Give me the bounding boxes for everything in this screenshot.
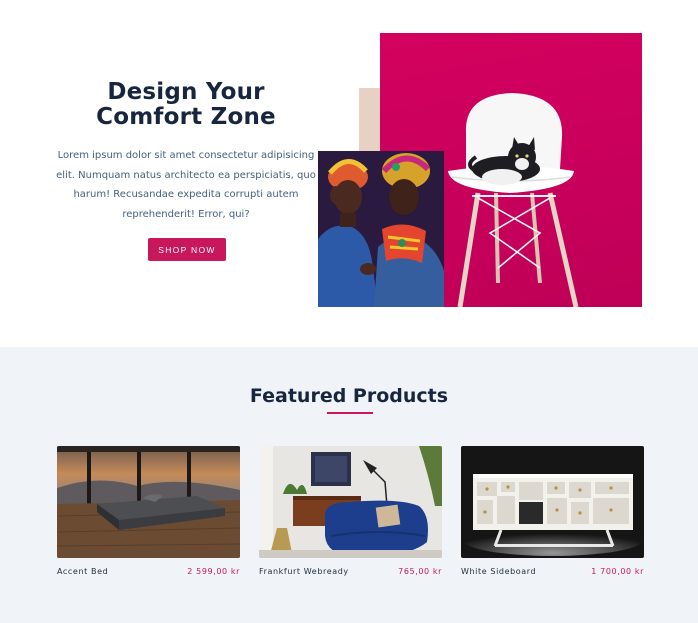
product-card[interactable]: Accent Bed 2 599,00 kr: [57, 446, 240, 576]
featured-products-title: Featured Products: [249, 385, 449, 407]
product-price: 1 700,00 kr: [591, 567, 644, 576]
product-image-accent-bed[interactable]: [57, 446, 240, 558]
product-name[interactable]: Frankfurt Webready: [259, 567, 349, 576]
product-image-white-sideboard[interactable]: [461, 446, 644, 558]
featured-products-section: Featured Products Accent Bed 2 599,00 kr…: [0, 347, 698, 623]
product-card[interactable]: White Sideboard 1 700,00 kr: [461, 446, 644, 576]
hero-description: Lorem ipsum dolor sit amet consectetur a…: [56, 150, 316, 220]
product-price: 2 599,00 kr: [187, 567, 240, 576]
product-image-frankfurt-webready[interactable]: [259, 446, 442, 558]
shop-now-button[interactable]: SHOP NOW: [148, 238, 226, 261]
hero-section: Design Your Comfort Zone Lorem ipsum dol…: [0, 0, 698, 347]
product-name[interactable]: Accent Bed: [57, 567, 108, 576]
title-underline: [327, 412, 373, 414]
hero-portrait-image: [318, 151, 444, 307]
product-name[interactable]: White Sideboard: [461, 567, 536, 576]
product-card[interactable]: Frankfurt Webready 765,00 kr: [259, 446, 442, 576]
hero-title: Design Your Comfort Zone: [96, 79, 276, 130]
product-price: 765,00 kr: [398, 567, 442, 576]
